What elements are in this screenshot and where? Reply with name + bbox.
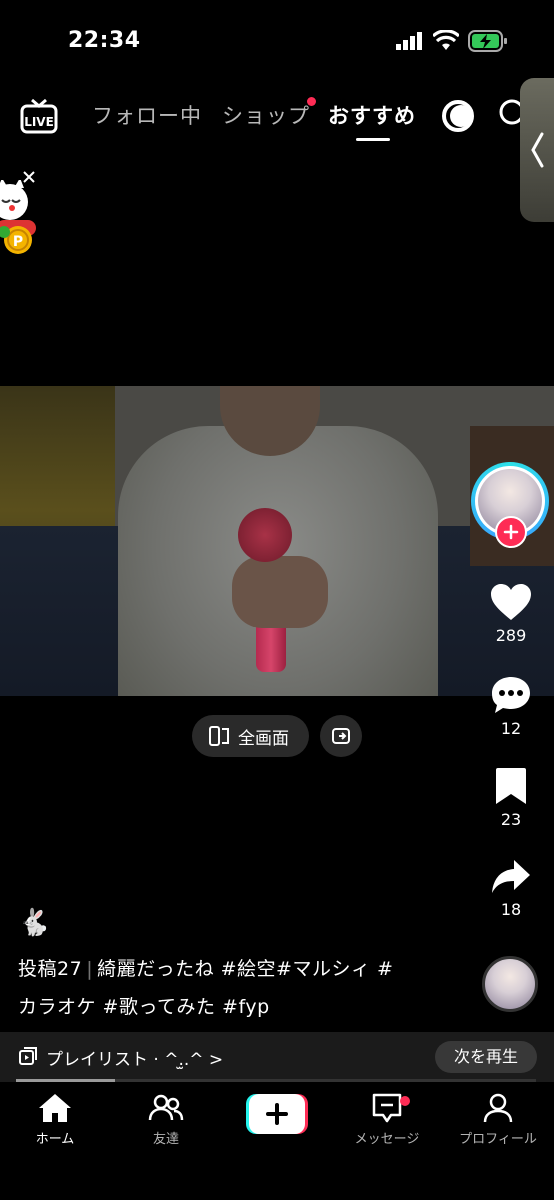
nav-friends[interactable]: 友達: [111, 1092, 221, 1147]
video-caption: 投稿27 | 綺麗だったね #絵空#マルシィ # カラオケ #歌ってみた #fyp: [18, 950, 458, 1026]
tab-shop[interactable]: ショップ: [222, 100, 310, 130]
follow-button[interactable]: [495, 516, 527, 548]
comment-button[interactable]: 12: [480, 675, 542, 738]
creator-emoji: 🐇: [18, 908, 51, 938]
plus-icon: [503, 524, 519, 540]
svg-text:P: P: [13, 234, 23, 250]
nav-profile-label: プロフィール: [459, 1132, 537, 1147]
home-icon: [39, 1094, 71, 1122]
playlist-label[interactable]: プレイリスト · ^.̫.^ >: [46, 1045, 223, 1070]
like-count: 289: [495, 626, 527, 645]
profile-icon: [483, 1093, 513, 1123]
video-player[interactable]: [0, 386, 554, 696]
comment-count: 12: [500, 719, 522, 738]
top-nav: LIVE フォロー中 ショップ おすすめ: [0, 88, 554, 148]
chevron-left-icon: [531, 132, 544, 168]
playlist-bar[interactable]: プレイリスト · ^.̫.^ > 次を再生: [0, 1032, 554, 1082]
post-number: 投稿27: [18, 958, 83, 980]
share-button[interactable]: 18: [480, 858, 542, 919]
tab-for-you[interactable]: おすすめ: [328, 100, 416, 130]
bookmark-icon: [496, 768, 526, 804]
share-arrow-icon: [492, 860, 530, 893]
shop-notification-dot: [307, 97, 316, 106]
caption-line-1: 投稿27 | 綺麗だったね #絵空#マルシィ #: [18, 950, 458, 988]
rotate-fullscreen-icon: [209, 726, 229, 746]
sound-disc[interactable]: [482, 956, 538, 1012]
inbox-icon: [372, 1093, 402, 1123]
video-hand: [232, 556, 328, 628]
nav-inbox[interactable]: メッセージ: [332, 1092, 442, 1147]
nav-inbox-label: メッセージ: [354, 1132, 420, 1147]
now-icon[interactable]: [440, 98, 476, 134]
wifi-icon: [433, 30, 459, 50]
fullscreen-button[interactable]: 全画面: [192, 715, 309, 757]
like-button[interactable]: 289: [480, 582, 542, 645]
create-plus-icon[interactable]: [246, 1094, 308, 1134]
repost-button[interactable]: [320, 715, 362, 757]
nav-home[interactable]: ホーム: [0, 1092, 110, 1147]
share-count: 18: [500, 900, 522, 919]
live-label: LIVE: [24, 115, 54, 129]
save-button[interactable]: 23: [480, 766, 542, 829]
nav-friends-label: 友達: [152, 1132, 179, 1147]
live-icon[interactable]: LIVE: [20, 96, 60, 136]
nav-profile[interactable]: プロフィール: [443, 1092, 553, 1147]
caption-separator: |: [86, 958, 94, 980]
status-bar: 22:34: [0, 0, 554, 80]
nav-home-label: ホーム: [35, 1132, 75, 1147]
repost-icon: [332, 728, 350, 744]
save-count: 23: [500, 810, 522, 829]
heart-icon: [491, 584, 531, 620]
caption-line-2[interactable]: カラオケ #歌ってみた #fyp: [18, 988, 458, 1026]
status-time: 22:34: [68, 28, 141, 53]
video-mic-head: [238, 508, 292, 562]
bottom-nav: ホーム 友達 メッセージ プロフィール: [0, 1082, 554, 1200]
lucky-cat-promo-icon[interactable]: P: [0, 180, 40, 270]
active-tab-indicator: [356, 138, 390, 141]
comment-icon: [492, 677, 530, 713]
tab-following[interactable]: フォロー中: [92, 100, 202, 130]
caption-text-1[interactable]: 綺麗だったね #絵空#マルシィ #: [97, 958, 393, 980]
side-panel-handle[interactable]: [520, 78, 554, 222]
playlist-icon: [19, 1047, 37, 1065]
cellular-signal-icon: [396, 32, 422, 50]
friends-icon: [148, 1094, 184, 1121]
battery-charging-icon: [468, 30, 507, 52]
inbox-notification-dot: [400, 1096, 410, 1106]
fullscreen-label: 全画面: [238, 728, 289, 749]
play-next-button[interactable]: 次を再生: [435, 1041, 537, 1073]
